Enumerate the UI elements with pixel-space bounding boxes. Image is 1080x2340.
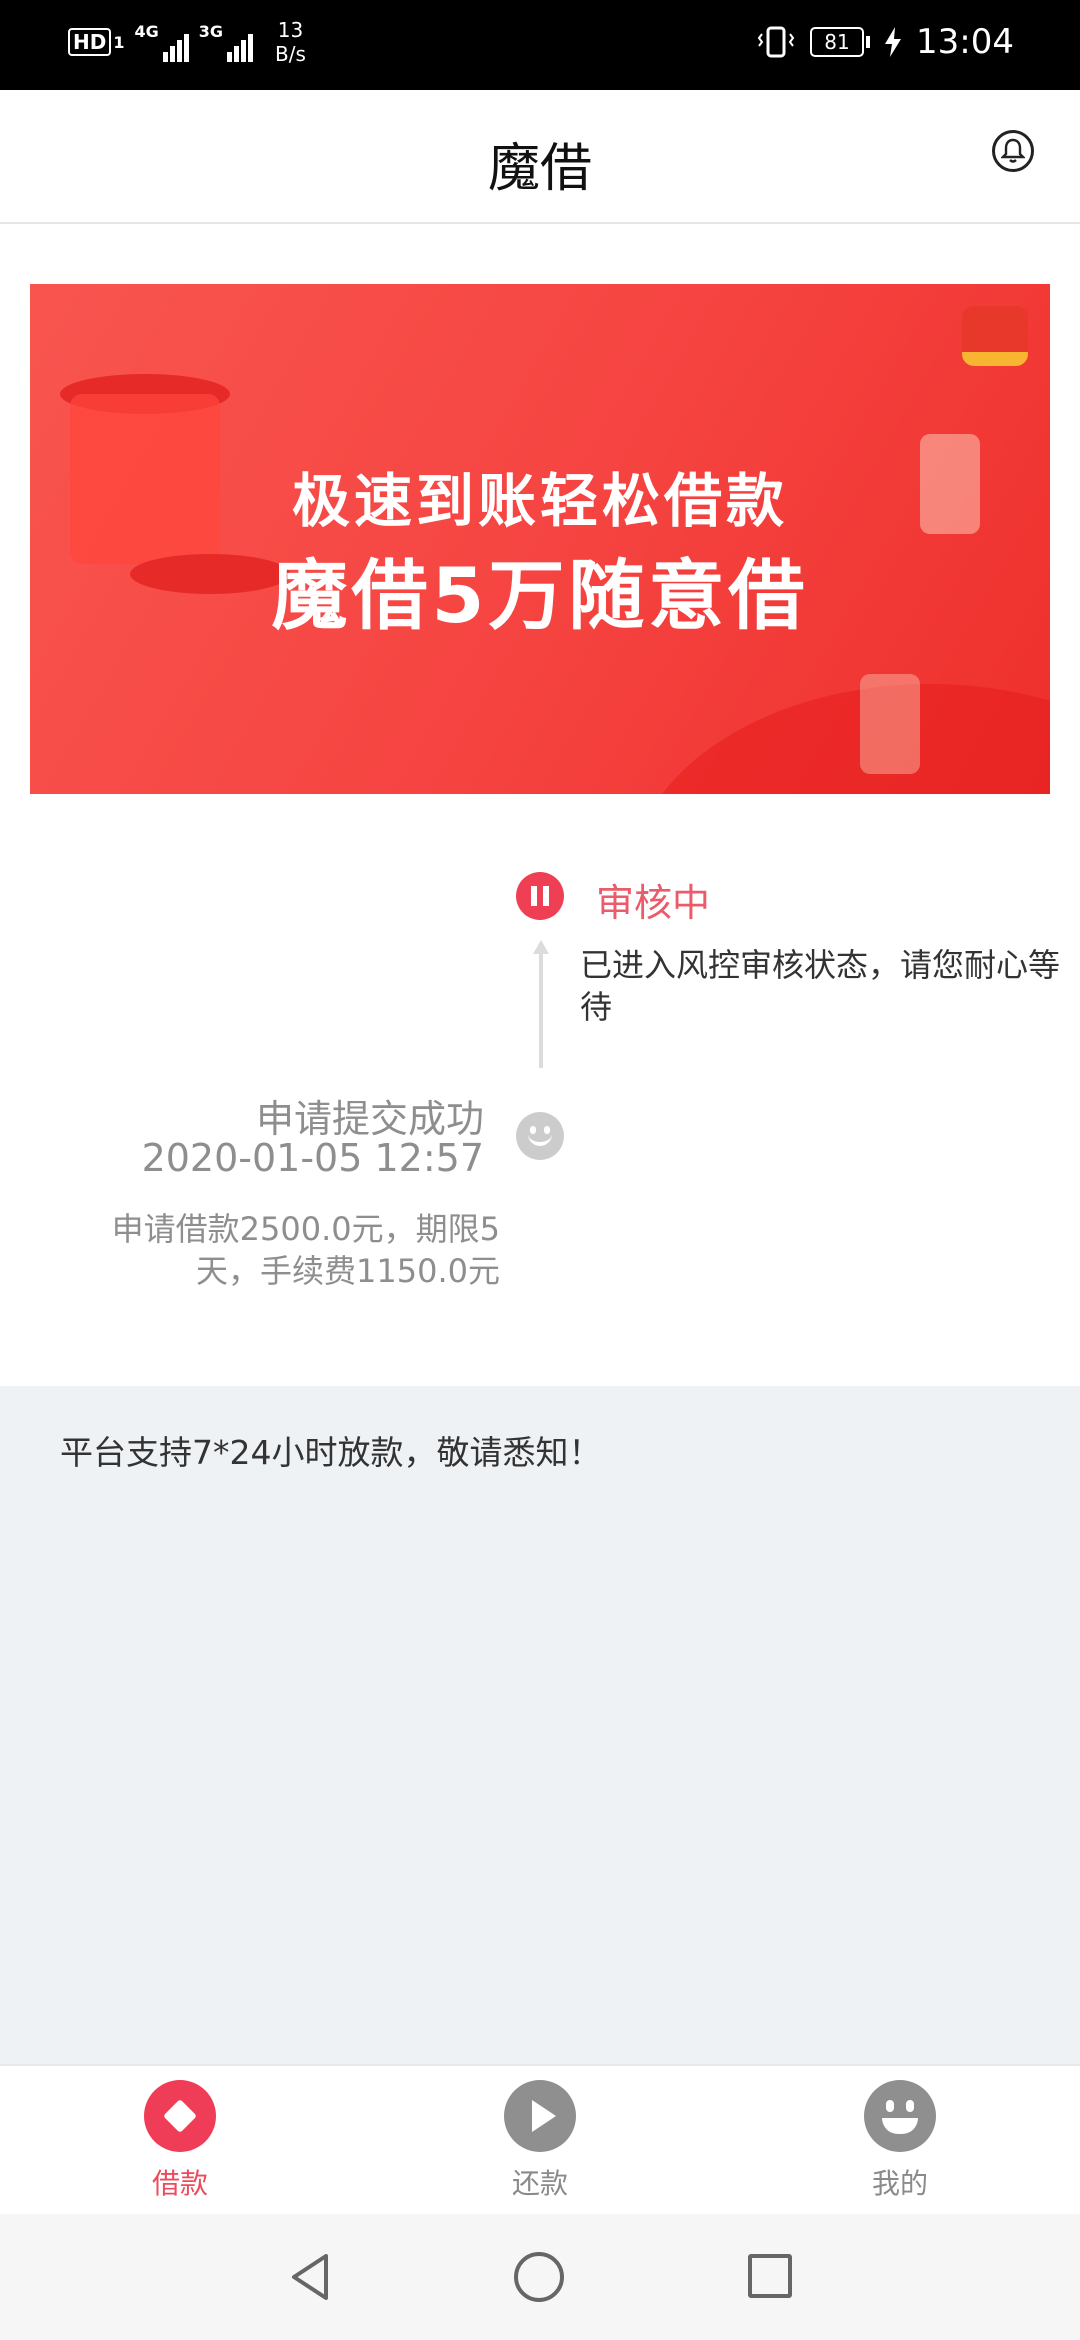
tab-borrow[interactable]: 借款	[100, 2080, 260, 2202]
vibrate-icon	[757, 26, 795, 58]
tab-mine-label: 我的	[871, 2167, 928, 2200]
submit-timestamp: 2020-01-05 12:57	[141, 1136, 484, 1180]
battery-level: 81	[810, 27, 865, 57]
network-3g-label: 3G	[198, 22, 224, 41]
signal-3g-icon: 3G	[198, 22, 254, 62]
bell-icon[interactable]	[992, 130, 1034, 172]
sim1-badge: 1	[113, 32, 125, 52]
tab-repay-label: 还款	[511, 2167, 568, 2200]
timeline-line	[539, 950, 543, 1068]
network-speed-value: 13	[277, 18, 304, 42]
clock: 13:04	[916, 22, 1014, 62]
home-icon[interactable]	[514, 2252, 564, 2302]
banner-line-1: 极速到账轻松借款	[291, 467, 788, 535]
network-speed-unit: B/s	[275, 42, 306, 66]
smile-icon	[516, 1112, 564, 1160]
loan-details: 申请借款2500.0元，期限5天，手续费1150.0元	[111, 1210, 500, 1290]
play-icon	[504, 2080, 576, 2152]
app-logo	[962, 306, 1028, 366]
submit-status-title: 申请提交成功	[255, 1097, 484, 1141]
notice-area: 平台支持7*24小时放款，敬请悉知！	[0, 1386, 1080, 2064]
bottom-tab-bar: 借款 还款 我的	[0, 2064, 1080, 2214]
status-bar: HD 1 4G 3G 13 B/s 81 13:04	[0, 0, 1080, 90]
system-nav-bar	[0, 2214, 1080, 2340]
smiley-icon	[864, 2080, 936, 2152]
review-status-title: 审核中	[596, 881, 711, 925]
charging-icon	[885, 27, 902, 57]
status-right: 81 13:04	[756, 22, 1014, 62]
network-speed: 13 B/s	[275, 18, 306, 66]
pause-icon	[516, 872, 564, 920]
tab-repay[interactable]: 还款	[460, 2080, 620, 2202]
tab-borrow-label: 借款	[151, 2167, 208, 2200]
page-title: 魔借	[487, 139, 592, 199]
recent-apps-icon[interactable]	[748, 2254, 792, 2298]
status-left: HD 1 4G 3G 13 B/s	[68, 18, 306, 66]
hd-badge: HD	[68, 28, 112, 56]
network-4g-label: 4G	[134, 22, 159, 41]
battery-icon: 81	[810, 27, 871, 57]
notice-text: 平台支持7*24小时放款，敬请悉知！	[60, 1433, 602, 1472]
app-header: 魔借	[0, 90, 1080, 224]
tab-mine[interactable]: 我的	[820, 2080, 980, 2202]
promo-banner[interactable]: 极速到账轻松借款 魔借5万随意借	[30, 284, 1050, 794]
banner-line-2: 魔借5万随意借	[271, 551, 809, 640]
back-icon[interactable]	[290, 2252, 330, 2302]
review-status-description: 已进入风控审核状态，请您耐心等待	[580, 946, 1061, 1026]
signal-4g-icon: 4G	[134, 22, 189, 62]
borrow-icon	[144, 2080, 216, 2152]
